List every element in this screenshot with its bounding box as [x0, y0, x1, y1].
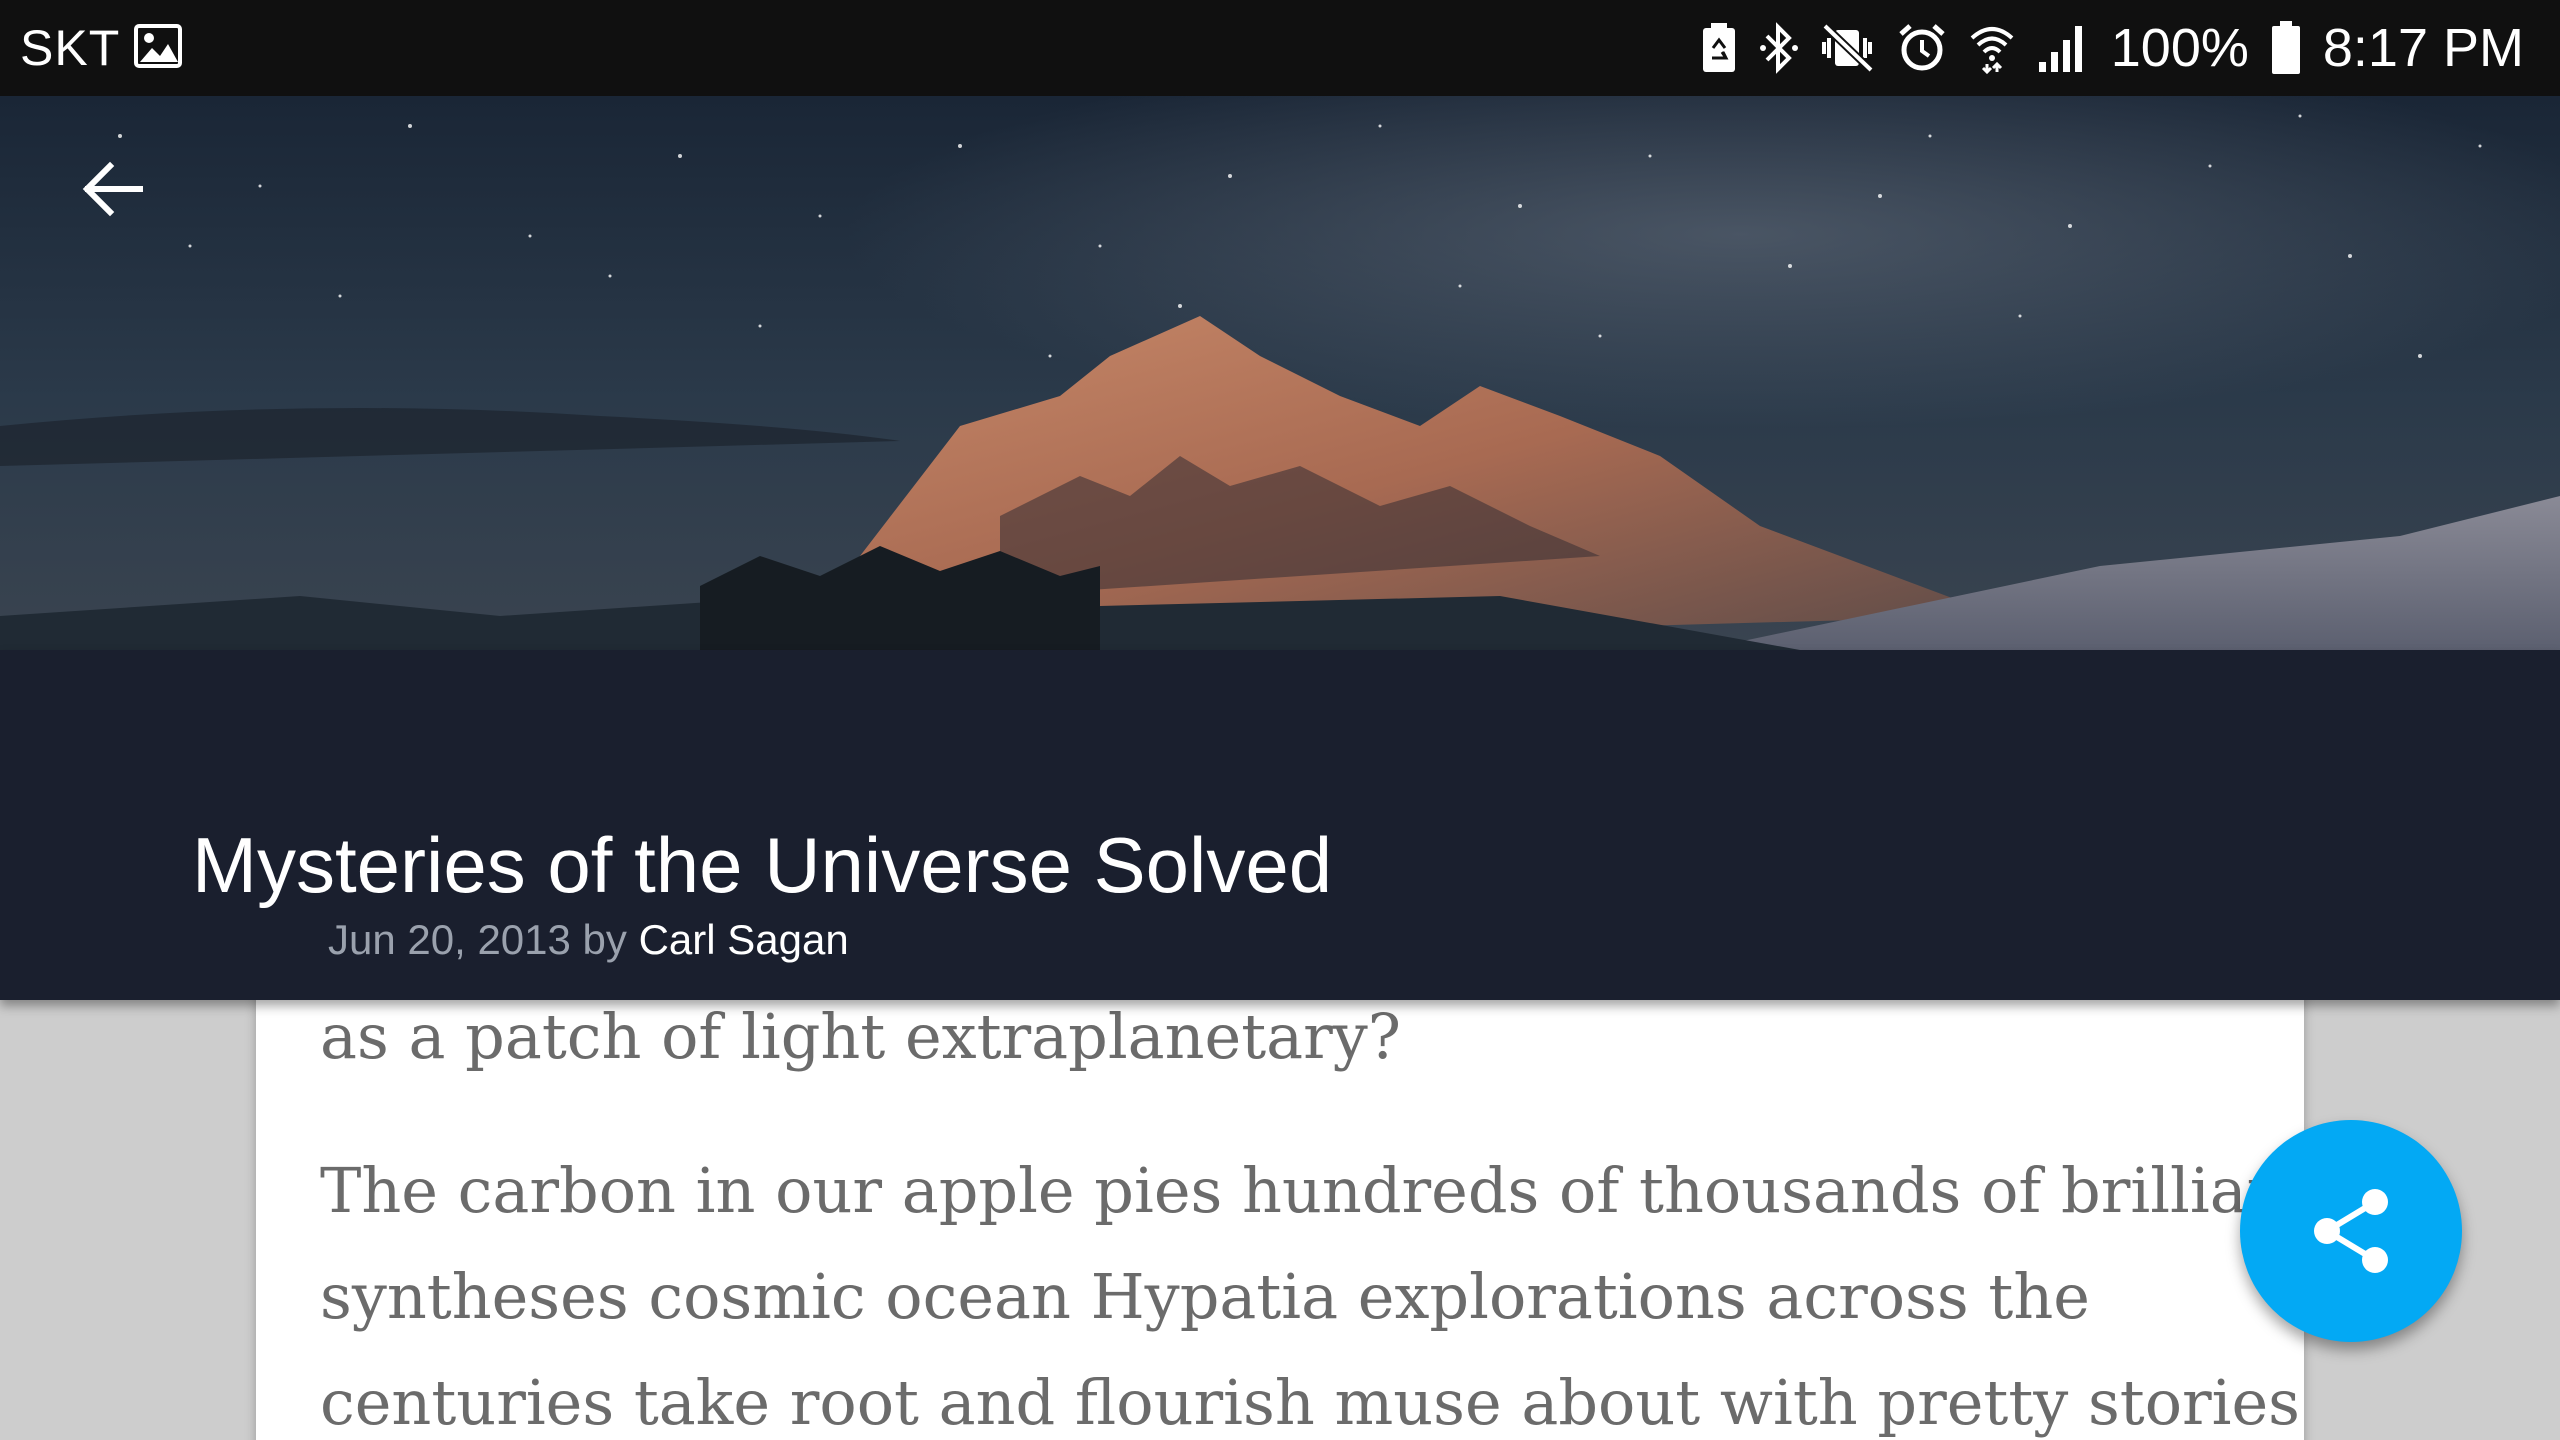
hero-image	[0, 96, 2560, 650]
article-author: Carl Sagan	[638, 916, 849, 963]
battery-percent: 100%	[2110, 18, 2249, 78]
image-icon	[134, 23, 183, 73]
battery-saver-icon	[1701, 22, 1737, 74]
bluetooth-icon	[1759, 22, 1799, 74]
battery-icon	[2271, 21, 2301, 75]
wifi-icon	[1969, 22, 2015, 74]
share-icon	[2314, 1189, 2388, 1273]
signal-icon	[2037, 22, 2089, 74]
status-left: SKT	[20, 0, 183, 96]
paragraph-line: centuries take root and flourish muse ab…	[320, 1366, 2301, 1439]
carrier-label: SKT	[20, 20, 121, 76]
status-bar: SKT 100% 8:17 PM	[0, 0, 2560, 96]
clock: 8:17 PM	[2322, 18, 2524, 78]
article-date: Jun 20, 2013	[328, 916, 571, 963]
alarm-icon	[1897, 22, 1947, 74]
article-title: Mysteries of the Universe Solved	[192, 821, 1333, 909]
article-byline: Jun 20, 2013 by Carl Sagan	[328, 914, 849, 966]
paragraph-line: The carbon in our apple pies hundreds of…	[320, 1154, 2304, 1227]
article-card: as a patch of light extraplanetary? The …	[256, 960, 2304, 1440]
article-detail-screen: SKT 100% 8:17 PM Mysteries of the Univer…	[0, 0, 2560, 1440]
share-button[interactable]	[2240, 1120, 2462, 1342]
back-button[interactable]	[70, 146, 156, 232]
article-paragraph: The carbon in our apple pies hundreds of…	[320, 1138, 2304, 1440]
arrow-back-icon	[82, 161, 143, 217]
status-right: 100% 8:17 PM	[1701, 0, 2524, 96]
vibrate-mute-icon	[1821, 22, 1875, 74]
byline-by: by	[582, 916, 627, 963]
paragraph-line: syntheses cosmic ocean Hypatia explorati…	[320, 1260, 2090, 1333]
